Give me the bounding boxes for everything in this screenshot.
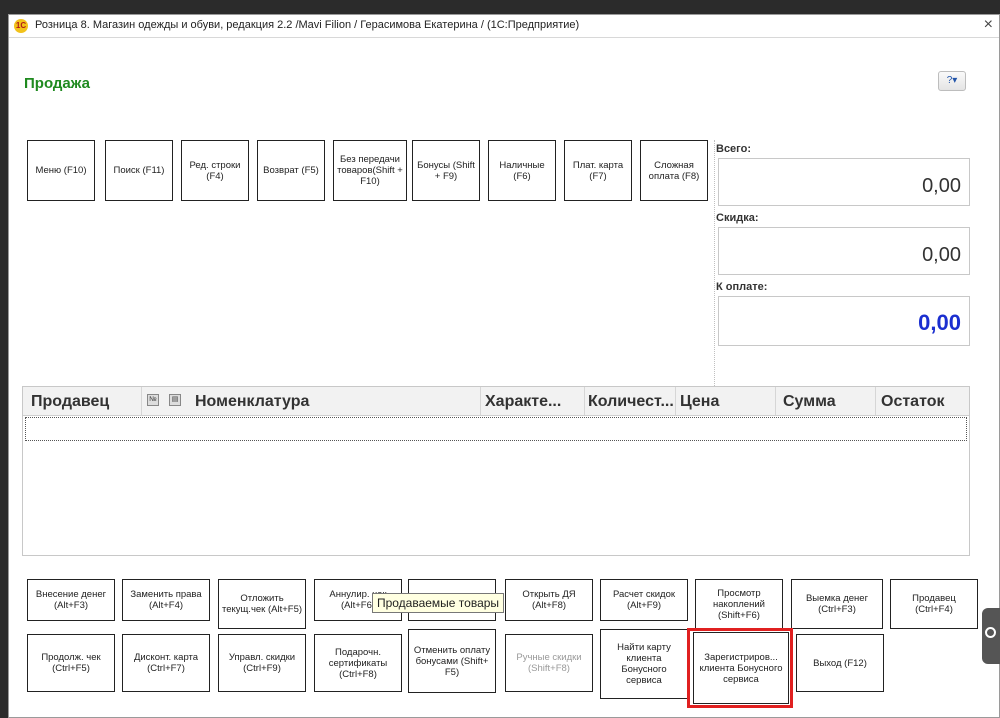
seller-button[interactable]: Продавец (Ctrl+F4): [890, 579, 978, 629]
column-divider: [141, 387, 142, 415]
barcode-icon[interactable]: ▤: [169, 394, 181, 406]
cancel-bonus-payment-button[interactable]: Отменить оплату бонусами (Shift+ F5): [408, 629, 496, 693]
bonuses-button[interactable]: Бонусы (Shift + F9): [412, 140, 480, 201]
col-remainder[interactable]: Остаток: [881, 393, 944, 411]
register-client-button[interactable]: Зарегистриров... клиента Бонусного серви…: [693, 632, 789, 704]
defer-check-button[interactable]: Отложить текущ.чек (Alt+F5): [218, 579, 306, 629]
discount-label: Скидка:: [716, 212, 759, 224]
edit-row-button[interactable]: Ред. строки (F4): [181, 140, 249, 201]
no-transfer-button[interactable]: Без передачи товаров(Shift + F10): [333, 140, 407, 201]
cash-out-button[interactable]: Выемка денег (Ctrl+F3): [791, 579, 883, 629]
close-icon[interactable]: ×: [984, 16, 993, 34]
refresh-icon: [985, 627, 996, 638]
window-title: Розница 8. Магазин одежды и обуви, редак…: [35, 19, 580, 31]
gift-certificates-button[interactable]: Подарочн. сертификаты (Ctrl+F8): [314, 634, 402, 692]
view-accumulations-button[interactable]: Просмотр накоплений (Shift+F6): [695, 579, 783, 629]
cash-button[interactable]: Наличные (F6): [488, 140, 556, 201]
discount-value: 0,00: [718, 227, 970, 275]
topay-label: К оплате:: [716, 281, 768, 293]
open-dya-button[interactable]: Открыть ДЯ (Alt+F8): [505, 579, 593, 621]
divider: [714, 140, 715, 386]
table-header: Продавец № ▤ Номенклатура Характе... Кол…: [23, 387, 969, 416]
app-logo-icon: 1С: [14, 19, 28, 33]
table-row[interactable]: [25, 417, 967, 441]
tooltip: Продаваемые товары: [372, 593, 504, 613]
page-title: Продажа: [24, 75, 90, 92]
number-icon[interactable]: №: [147, 394, 159, 406]
total-value: 0,00: [718, 158, 970, 206]
col-seller[interactable]: Продавец: [31, 393, 109, 411]
topay-value: 0,00: [718, 296, 970, 346]
exit-button[interactable]: Выход (F12): [796, 634, 884, 692]
total-label: Всего:: [716, 143, 751, 155]
column-divider: [584, 387, 585, 415]
column-divider: [480, 387, 481, 415]
col-quantity[interactable]: Количест...: [588, 393, 674, 411]
continue-check-button[interactable]: Продолж. чек (Ctrl+F5): [27, 634, 115, 692]
return-button[interactable]: Возврат (F5): [257, 140, 325, 201]
card-payment-button[interactable]: Плат. карта (F7): [564, 140, 632, 201]
col-nomenclature[interactable]: Номенклатура: [195, 393, 309, 411]
help-button[interactable]: ?▾: [938, 71, 966, 91]
col-sum[interactable]: Сумма: [783, 393, 836, 411]
complex-payment-button[interactable]: Сложная оплата (F8): [640, 140, 708, 201]
find-client-card-button[interactable]: Найти карту клиента Бонусного сервиса: [600, 629, 688, 699]
column-divider: [775, 387, 776, 415]
search-button[interactable]: Поиск (F11): [105, 140, 173, 201]
items-table: Продавец № ▤ Номенклатура Характе... Кол…: [22, 386, 970, 556]
change-rights-button[interactable]: Заменить права (Alt+F4): [122, 579, 210, 621]
col-price[interactable]: Цена: [680, 393, 719, 411]
manual-discounts-button[interactable]: Ручные скидки (Shift+F8): [505, 634, 593, 692]
column-divider: [875, 387, 876, 415]
side-panel-tab[interactable]: [982, 608, 1000, 664]
column-divider: [675, 387, 676, 415]
menu-button[interactable]: Меню (F10): [27, 140, 95, 201]
col-characteristic[interactable]: Характе...: [485, 393, 561, 411]
calc-discounts-button[interactable]: Расчет скидок (Alt+F9): [600, 579, 688, 621]
discount-card-button[interactable]: Дисконт. карта (Ctrl+F7): [122, 634, 210, 692]
manage-discounts-button[interactable]: Управл. скидки (Ctrl+F9): [218, 634, 306, 692]
cash-in-button[interactable]: Внесение денег (Alt+F3): [27, 579, 115, 621]
title-bar: 1С Розница 8. Магазин одежды и обуви, ре…: [9, 15, 999, 38]
